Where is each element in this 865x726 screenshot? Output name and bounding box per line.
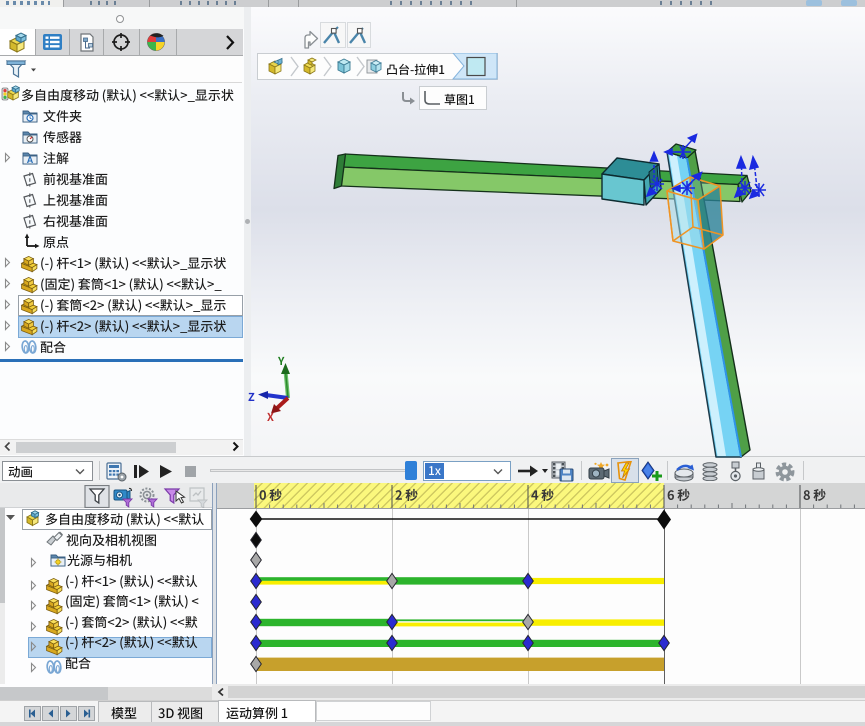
svg-text:A: A <box>27 155 34 165</box>
